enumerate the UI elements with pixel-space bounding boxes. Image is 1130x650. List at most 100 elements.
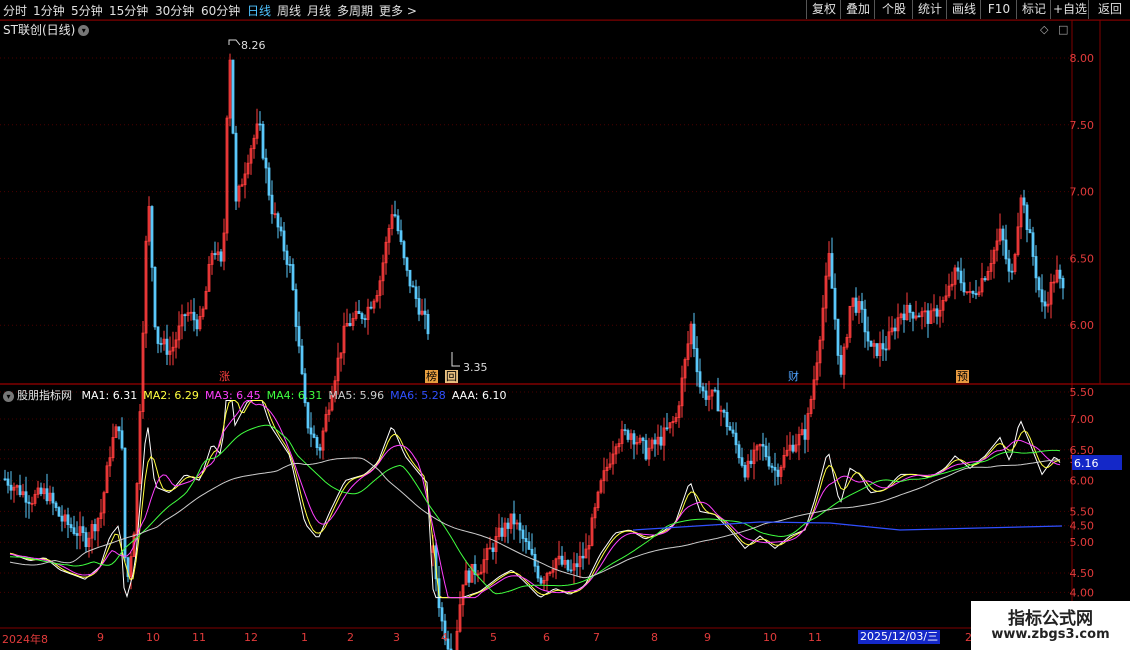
candle-body (357, 310, 361, 315)
candle-body (411, 285, 415, 288)
square-icon[interactable]: □ (1058, 23, 1068, 36)
candle-body (518, 522, 522, 531)
marker-cai[interactable]: 财 (787, 370, 800, 383)
main-price-axis: 8.007.507.006.506.005.505.004.504.003.50 (1070, 52, 1095, 599)
candle-body (983, 278, 987, 281)
candle-body (875, 343, 879, 356)
price-tick-label: 4.00 (1070, 586, 1095, 599)
legend-item-6: AAA: 6.10 (451, 389, 507, 402)
candle-body (902, 313, 906, 321)
candle-body (1037, 277, 1041, 291)
candle-body (581, 555, 585, 559)
candle-body (791, 444, 795, 452)
candle-body (18, 485, 22, 496)
high-price-label: 8.26 (241, 39, 266, 52)
candle-body (24, 491, 28, 503)
candle-body (270, 194, 274, 215)
indicator-tick-label: 4.50 (1070, 567, 1095, 580)
candle-body (773, 467, 777, 471)
candle-body (1022, 197, 1026, 206)
candle-body (737, 444, 741, 459)
candle-body (1007, 258, 1011, 272)
date-axis-label: 2 (347, 631, 354, 644)
indicator-name[interactable]: 股朋指标网 (17, 389, 72, 402)
candle-body (695, 348, 699, 373)
candle-body (971, 291, 975, 294)
candle-body (569, 569, 573, 572)
candle-body (893, 327, 897, 332)
candle-body (644, 440, 648, 460)
candle-body (767, 456, 771, 467)
candle-body (306, 402, 310, 429)
candle-body (743, 464, 747, 478)
candle-body (734, 432, 738, 446)
candle-body (728, 426, 732, 431)
candle-body (491, 547, 495, 552)
chart-canvas[interactable]: 8.007.507.006.506.005.505.004.504.003.50… (0, 0, 1130, 650)
candle-body (959, 270, 963, 284)
date-axis-label: 6 (543, 631, 550, 644)
marker-bang[interactable]: 榜 (425, 370, 438, 383)
candle-body (285, 250, 289, 265)
candle-body (803, 429, 807, 440)
legend-item-2: MA3: 6.45 (204, 389, 261, 402)
candle-body (860, 301, 864, 310)
candle-body (150, 206, 154, 268)
candle-body (315, 437, 319, 448)
marker-hui[interactable]: 回 (445, 370, 458, 383)
candle-body (1028, 229, 1032, 234)
legend-item-4: MA5: 5.96 (328, 389, 385, 402)
candle-body (692, 323, 696, 349)
candle-body (956, 267, 960, 272)
date-axis-label: 2024年8 (2, 633, 48, 646)
candle-body (69, 524, 73, 529)
candle-body (641, 437, 645, 441)
candle-body (761, 444, 765, 447)
candle-body (500, 527, 504, 537)
candle-body (926, 310, 930, 324)
price-tick-label: 6.50 (1070, 252, 1095, 265)
candle-body (740, 457, 744, 466)
ma6-line (632, 521, 1063, 531)
candle-body (836, 318, 840, 356)
candle-body (701, 386, 705, 392)
candle-body (908, 304, 912, 313)
candle-body (704, 390, 708, 400)
candle-body (72, 527, 76, 534)
candle-body (1061, 277, 1065, 289)
indicator-tick-label: 6.50 (1070, 444, 1095, 457)
candle-body (1043, 301, 1047, 307)
candle-body (183, 314, 187, 317)
marker-yu[interactable]: 预 (956, 370, 969, 383)
legend-item-3: MA4: 6.31 (266, 389, 323, 402)
date-axis-label: 3 (393, 631, 400, 644)
candle-body (117, 426, 121, 432)
candle-body (764, 445, 768, 458)
indicator-lines (9, 400, 1063, 599)
candle-body (318, 447, 322, 451)
date-axis-label: 11 (808, 631, 822, 644)
candle-body (467, 570, 471, 583)
candle-body (725, 411, 729, 427)
candle-body (839, 355, 843, 375)
date-axis-label: 1 (301, 631, 308, 644)
watermark: 指标公式网 www.zbgs3.com (971, 601, 1130, 650)
candle-body (1058, 269, 1062, 279)
diamond-icon[interactable]: ◇ (1040, 23, 1049, 36)
candle-body (423, 310, 427, 315)
marker-zhang[interactable]: 涨 (218, 370, 231, 383)
candle-body (66, 514, 70, 525)
candle-body (192, 311, 196, 321)
indicator-legend: ▾ 股朋指标网 MA1: 6.31 MA2: 6.29 MA3: 6.45 MA4: 6… (3, 387, 519, 403)
price-tick-label: 7.00 (1070, 186, 1095, 199)
candle-body (219, 251, 223, 262)
high-annotation-line (228, 39, 241, 46)
candle-body (575, 563, 579, 568)
chevron-down-icon[interactable]: ▾ (3, 390, 14, 402)
candle-body (524, 538, 528, 543)
candle-body (6, 478, 10, 486)
candle-body (833, 287, 837, 320)
legend-item-1: MA2: 6.29 (143, 389, 199, 402)
candle-body (566, 560, 570, 571)
candle-body (159, 343, 163, 345)
